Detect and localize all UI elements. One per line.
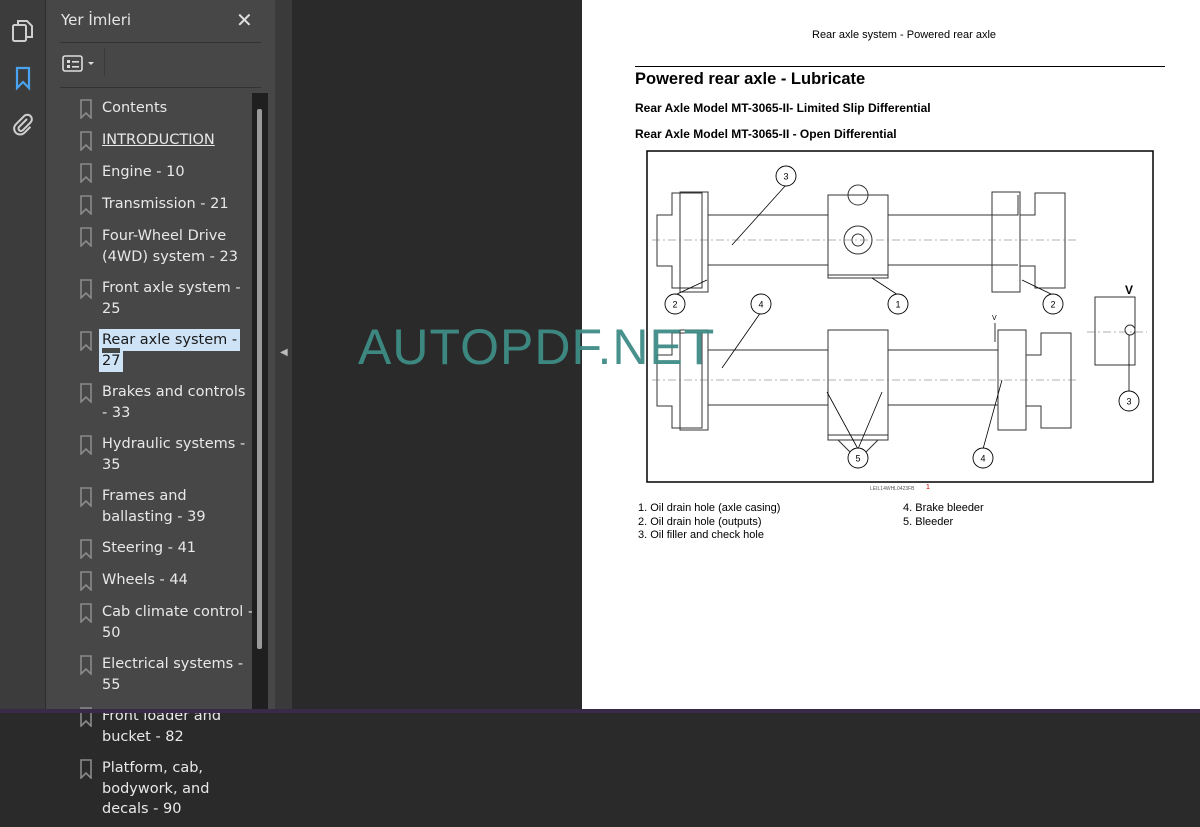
bookmark-label: Electrical systems - 55 xyxy=(102,656,244,693)
bookmark-item[interactable]: Cab climate control - 50 xyxy=(46,598,254,650)
bookmark-item[interactable]: Wheels - 44 xyxy=(46,566,254,598)
bookmark-item[interactable]: Hydraulic systems - 35 xyxy=(46,430,254,482)
bookmark-item[interactable]: Platform, cab, bodywork, and decals - 90 xyxy=(46,754,254,827)
bookmark-label: Brakes and controls - 33 xyxy=(102,384,246,421)
running-header: Rear axle system - Powered rear axle xyxy=(812,29,997,41)
bookmark-icon xyxy=(80,759,92,779)
bookmark-icon xyxy=(80,331,92,351)
axle-diagram: 3 2 1 2 4 3 5 4 V V xyxy=(646,150,1154,483)
bookmark-icon xyxy=(80,487,92,507)
callout-label: 2 xyxy=(672,300,677,310)
legend-item: 2. Oil drain hole (outputs) xyxy=(638,515,762,528)
figure-number: 1 xyxy=(926,484,930,491)
bookmark-label: Steering - 41 xyxy=(102,540,197,556)
collapse-panel-icon[interactable]: ◀ xyxy=(280,347,288,358)
section-title: Powered rear axle - Lubricate xyxy=(635,70,866,88)
bookmark-icon xyxy=(80,227,92,247)
bookmark-label: Contents xyxy=(102,100,168,116)
view-arrow-label: V xyxy=(992,315,997,322)
figure-code: LEIL14WHL0423FB xyxy=(870,486,915,492)
legend-right: 4. Brake bleeder 5. Bleeder xyxy=(903,502,984,529)
bookmark-label: Cab climate control - 50 xyxy=(102,604,254,641)
bookmark-item[interactable]: Electrical systems - 55 xyxy=(46,650,254,702)
subtitle: Rear Axle Model MT-3065-II - Open Differ… xyxy=(635,127,897,141)
watermark: AUTOPDF.NET xyxy=(358,319,716,375)
attachment-icon[interactable] xyxy=(10,111,36,137)
panel-title: Yer İmleri xyxy=(61,11,132,29)
callout-label: 3 xyxy=(783,172,788,182)
bookmark-icon[interactable] xyxy=(10,65,36,91)
bookmark-label: Rear axle system - 27 xyxy=(98,329,241,372)
bookmark-label: Platform, cab, bodywork, and decals - 90 xyxy=(102,760,210,817)
bookmark-item[interactable]: Brakes and controls - 33 xyxy=(46,378,254,430)
bookmark-label: Engine - 10 xyxy=(102,164,185,180)
divider xyxy=(104,48,105,76)
bookmark-icon xyxy=(80,99,92,119)
bookmark-icon xyxy=(80,435,92,455)
bookmark-icon xyxy=(80,279,92,299)
legend-item: 5. Bleeder xyxy=(903,515,954,528)
tool-rail xyxy=(0,0,46,713)
callout-label: 5 xyxy=(855,454,860,464)
bookmark-icon xyxy=(80,571,92,591)
bookmark-icon xyxy=(80,383,92,403)
bookmark-icon xyxy=(80,655,92,675)
legend-item: 4. Brake bleeder xyxy=(903,502,984,514)
callout-label: 1 xyxy=(895,300,900,310)
scrollbar[interactable] xyxy=(252,93,268,713)
bookmark-label: Front loader and bucket - 82 xyxy=(102,708,222,745)
legend-item: 1. Oil drain hole (axle casing) xyxy=(638,502,781,514)
bookmark-item[interactable]: Contents xyxy=(46,94,254,126)
subtitle: Rear Axle Model MT-3065-II- Limited Slip… xyxy=(635,101,931,115)
bookmark-label: Four-Wheel Drive (4WD) system - 23 xyxy=(102,228,238,265)
bookmark-item[interactable]: Rear axle system - 27 xyxy=(46,326,254,378)
bookmarks-panel: Yer İmleri ✕ Contents INTRODUCTION Engine … xyxy=(46,0,275,817)
bookmark-list: Contents INTRODUCTION Engine - 10 Transmiss… xyxy=(46,94,254,827)
bookmark-item[interactable]: INTRODUCTION xyxy=(46,126,254,158)
bookmark-icon xyxy=(80,195,92,215)
bookmark-label: Transmission - 21 xyxy=(102,196,229,212)
bookmark-label: Wheels - 44 xyxy=(102,572,188,588)
options-button[interactable] xyxy=(62,54,98,74)
bookmark-item[interactable]: Transmission - 21 xyxy=(46,190,254,222)
divider xyxy=(60,42,261,43)
divider xyxy=(60,87,261,88)
bookmark-icon xyxy=(80,131,92,151)
bookmark-label: Frames and ballasting - 39 xyxy=(102,488,206,525)
view-label: V xyxy=(1125,283,1133,297)
header-rule xyxy=(635,66,1165,67)
bookmark-item[interactable]: Four-Wheel Drive (4WD) system - 23 xyxy=(46,222,254,274)
bookmark-item[interactable]: Front axle system - 25 xyxy=(46,274,254,326)
bookmark-icon xyxy=(80,603,92,623)
bookmark-label: Front axle system - 25 xyxy=(102,280,241,317)
bottom-edge xyxy=(0,709,1200,713)
bookmark-item[interactable]: Engine - 10 xyxy=(46,158,254,190)
callout-label: 4 xyxy=(758,300,763,310)
close-icon[interactable]: ✕ xyxy=(236,8,256,32)
scrollbar-thumb[interactable] xyxy=(257,109,262,649)
legend-left: 1. Oil drain hole (axle casing) 2. Oil d… xyxy=(638,502,780,543)
pages-icon[interactable] xyxy=(10,18,36,44)
callout-label: 2 xyxy=(1050,300,1055,310)
list-options-icon xyxy=(62,55,94,72)
bookmark-item[interactable]: Steering - 41 xyxy=(46,534,254,566)
bookmark-icon xyxy=(80,163,92,183)
legend-item: 3. Oil filler and check hole xyxy=(638,529,764,541)
bookmark-label: INTRODUCTION xyxy=(102,132,215,148)
callout-label: 3 xyxy=(1126,397,1131,407)
bookmark-item[interactable]: Frames and ballasting - 39 xyxy=(46,482,254,534)
bookmark-label: Hydraulic systems - 35 xyxy=(102,436,246,473)
bookmark-icon xyxy=(80,539,92,559)
callout-label: 4 xyxy=(980,454,985,464)
